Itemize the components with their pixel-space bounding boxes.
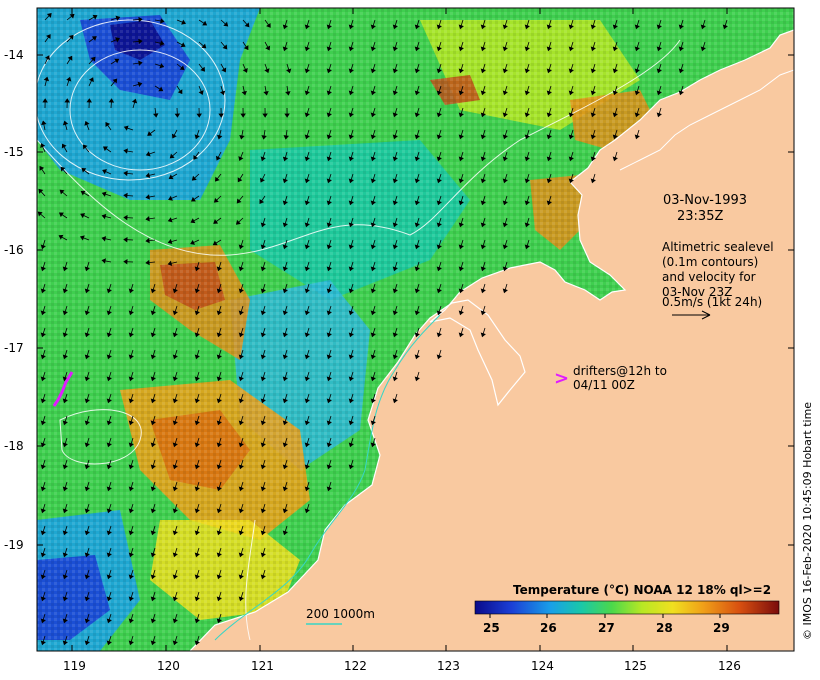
time-label: 23:35Z	[677, 209, 723, 224]
lon-tick-label: 123	[437, 659, 460, 673]
lon-tick-label: 126	[718, 659, 741, 673]
credit-label: © IMOS 16-Feb-2020 10:45:09 Hobart time	[801, 402, 814, 640]
altimetric-line-2: (0.1m contours)	[662, 255, 758, 269]
altimetric-line-3: and velocity for	[662, 270, 756, 284]
colorbar	[474, 600, 780, 615]
colorbar-tick-label: 25	[483, 621, 500, 635]
drifters-line-1: drifters@12h to	[573, 364, 667, 378]
lat-tick-label: -17	[4, 341, 24, 355]
lon-tick-label: 124	[531, 659, 554, 673]
drifters-line-2: 04/11 00Z	[573, 378, 635, 392]
lat-tick-label: -16	[4, 243, 24, 257]
lat-tick-label: -19	[4, 538, 24, 552]
date-label: 03-Nov-1993	[663, 193, 747, 208]
lat-tick-label: -18	[4, 439, 24, 453]
drifters-marker: >	[554, 368, 569, 389]
altimetric-line-5: 0.5m/s (1kt 24h)	[662, 295, 762, 309]
lon-tick-label: 119	[63, 659, 86, 673]
sst-map: 119 120 121 122 123 124 125 126 -14 -15 -16 -17 -18…	[4, 7, 814, 673]
colorbar-title: Temperature (°C) NOAA 12 18% ql>=2	[513, 583, 771, 597]
colorbar-tick-label: 26	[540, 621, 557, 635]
colorbar-tick-label: 28	[656, 621, 673, 635]
lon-tick-label: 121	[251, 659, 274, 673]
lon-tick-label: 120	[157, 659, 180, 673]
colorbar-tick-label: 29	[713, 621, 730, 635]
isobath-legend-label: 200 1000m	[306, 607, 375, 621]
lon-tick-label: 122	[344, 659, 367, 673]
lon-tick-label: 125	[624, 659, 647, 673]
colorbar-tick-label: 27	[598, 621, 615, 635]
altimetric-line-1: Altimetric sealevel	[662, 240, 774, 254]
lat-tick-label: -15	[4, 145, 24, 159]
lat-tick-label: -14	[4, 48, 24, 62]
